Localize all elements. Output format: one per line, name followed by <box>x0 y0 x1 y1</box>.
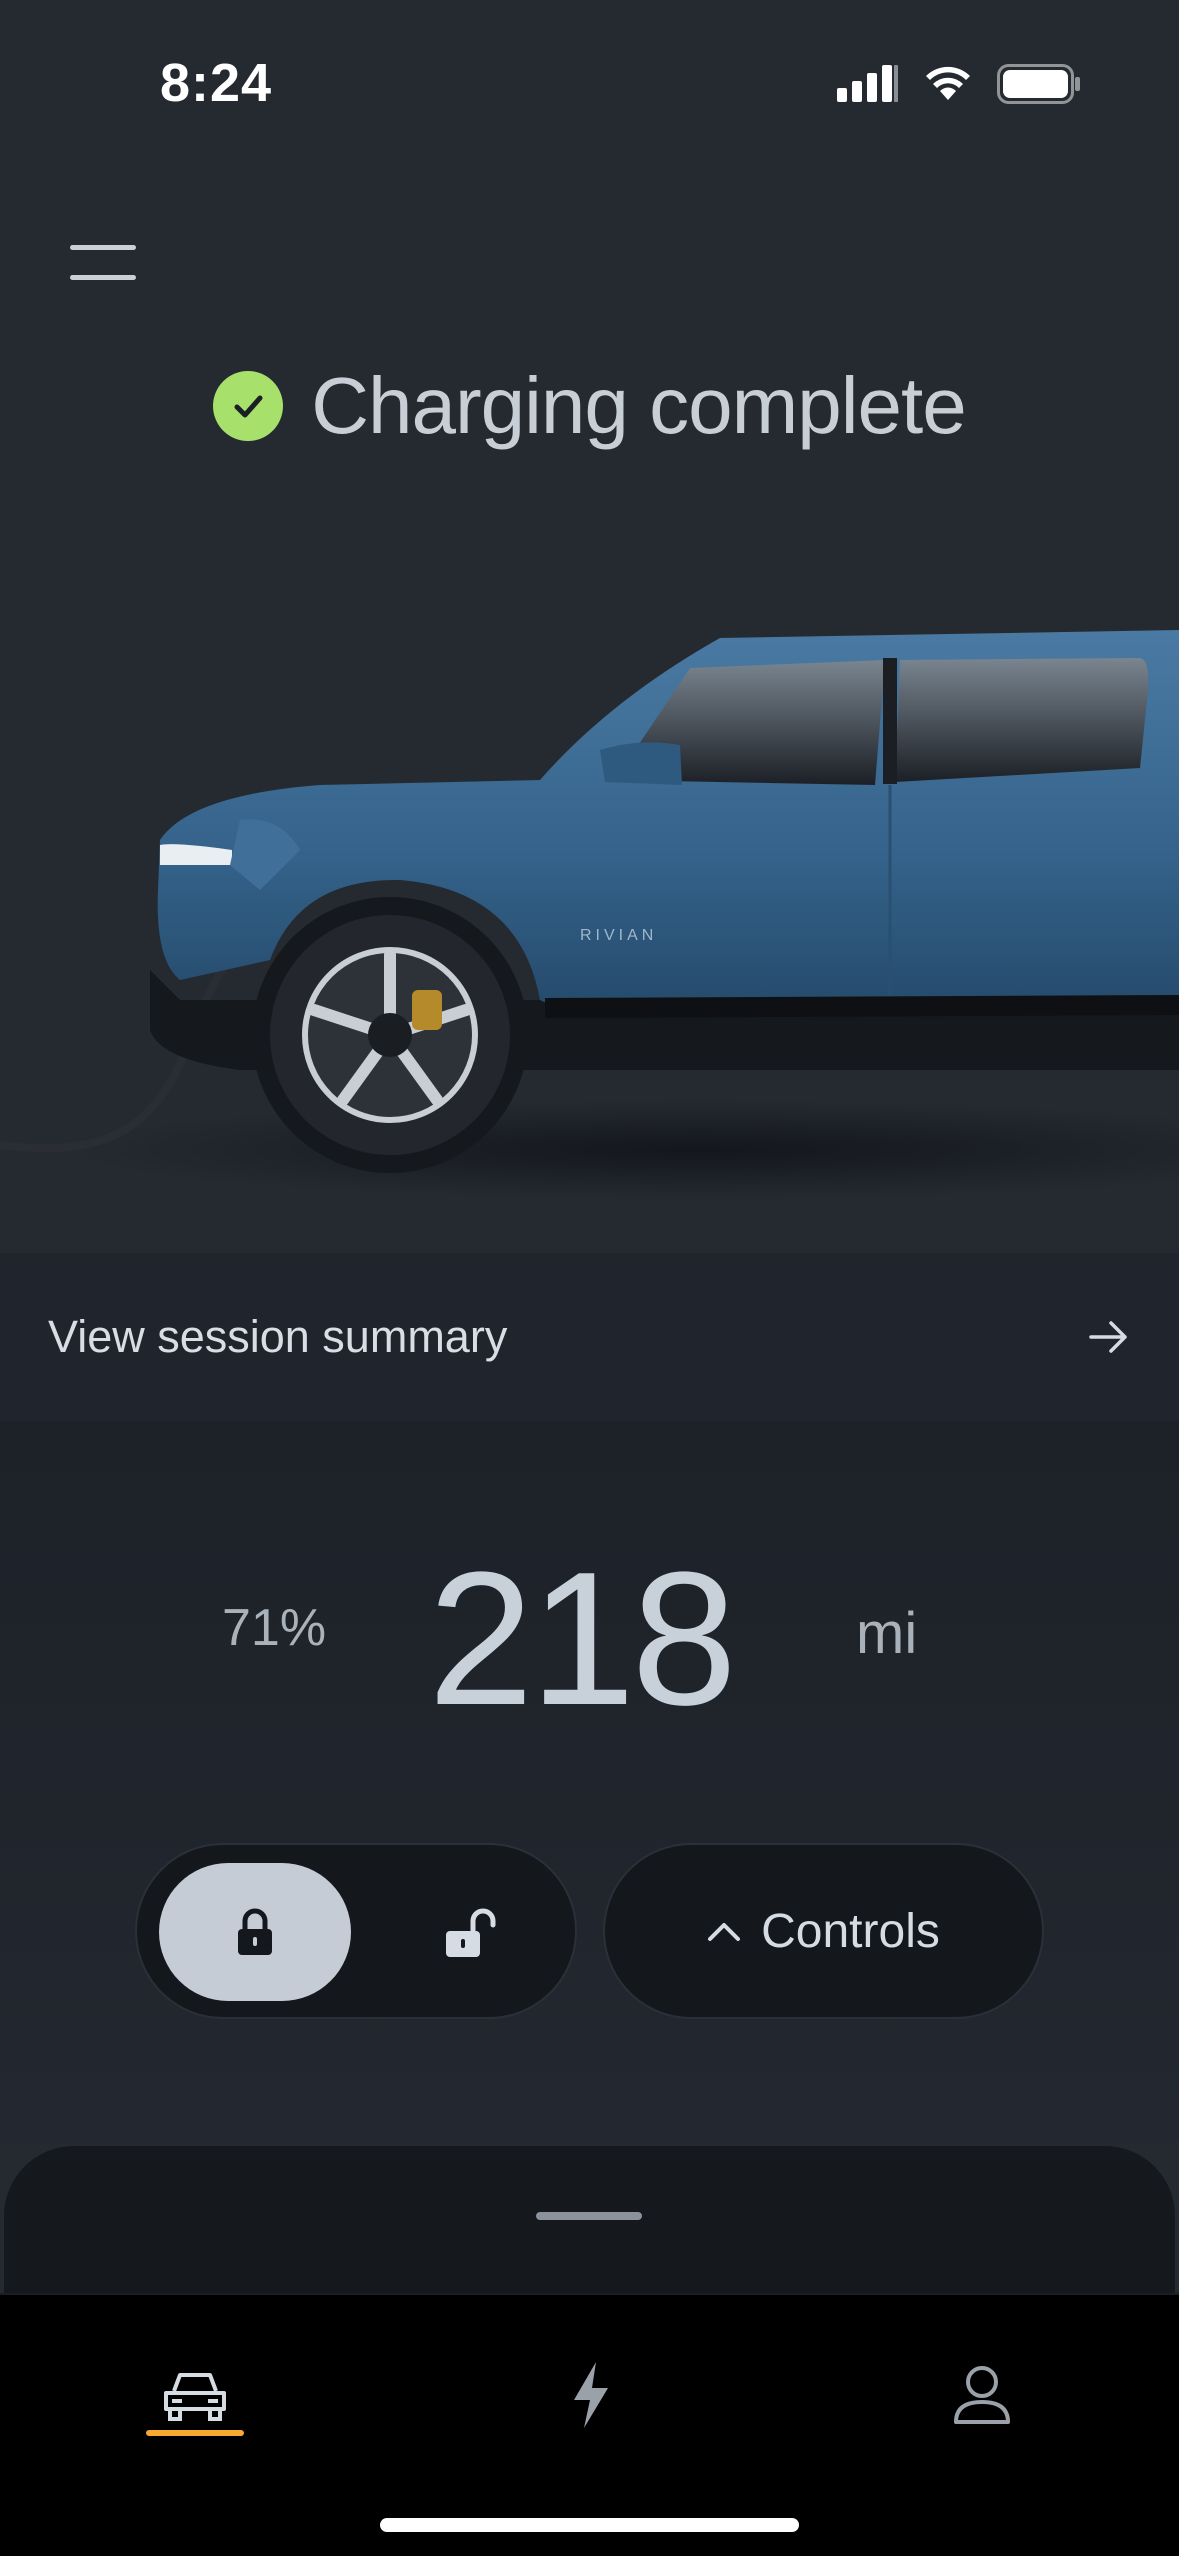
status-icons <box>837 64 1081 104</box>
battery-icon <box>997 64 1080 104</box>
charging-status-header: Charging complete <box>0 360 1179 452</box>
session-summary-row[interactable]: View session summary <box>0 1253 1179 1421</box>
controls-button[interactable]: Controls <box>603 1843 1044 2019</box>
cellular-signal-icon <box>837 65 898 102</box>
active-tab-indicator <box>146 2430 244 2436</box>
status-time: 8:24 <box>160 53 273 113</box>
tab-charging[interactable] <box>530 2350 650 2440</box>
unlock-icon <box>446 1908 496 1957</box>
unlock-button[interactable] <box>387 1863 557 2001</box>
check-circle-icon <box>213 371 284 441</box>
lock-icon <box>238 1908 272 1955</box>
home-indicator[interactable] <box>380 2518 799 2532</box>
vehicle-badge: RIVIAN <box>580 927 657 944</box>
lightning-icon <box>574 2362 608 2428</box>
car-icon <box>164 2373 226 2421</box>
arrow-right-icon <box>1089 1321 1127 1353</box>
vehicle-image: RIVIAN <box>0 630 1179 1200</box>
range-value: 218 <box>428 1533 737 1745</box>
tab-vehicle[interactable] <box>135 2350 255 2440</box>
controls-label: Controls <box>761 1904 940 1958</box>
wifi-icon <box>926 66 970 100</box>
charging-status-title: Charging complete <box>311 361 966 450</box>
session-summary-label: View session summary <box>48 1311 508 1362</box>
hamburger-icon[interactable] <box>70 245 140 285</box>
tab-profile[interactable] <box>922 2350 1042 2440</box>
lock-toggle <box>135 1843 577 2019</box>
lock-button[interactable] <box>159 1863 351 2001</box>
range-unit: mi <box>856 1601 918 1666</box>
person-icon <box>954 2366 1010 2424</box>
range-panel <box>0 1421 1179 2141</box>
sheet-drag-handle[interactable] <box>536 2212 642 2220</box>
chevron-up-icon <box>708 1923 741 1941</box>
battery-percent: 71% <box>222 1599 327 1657</box>
